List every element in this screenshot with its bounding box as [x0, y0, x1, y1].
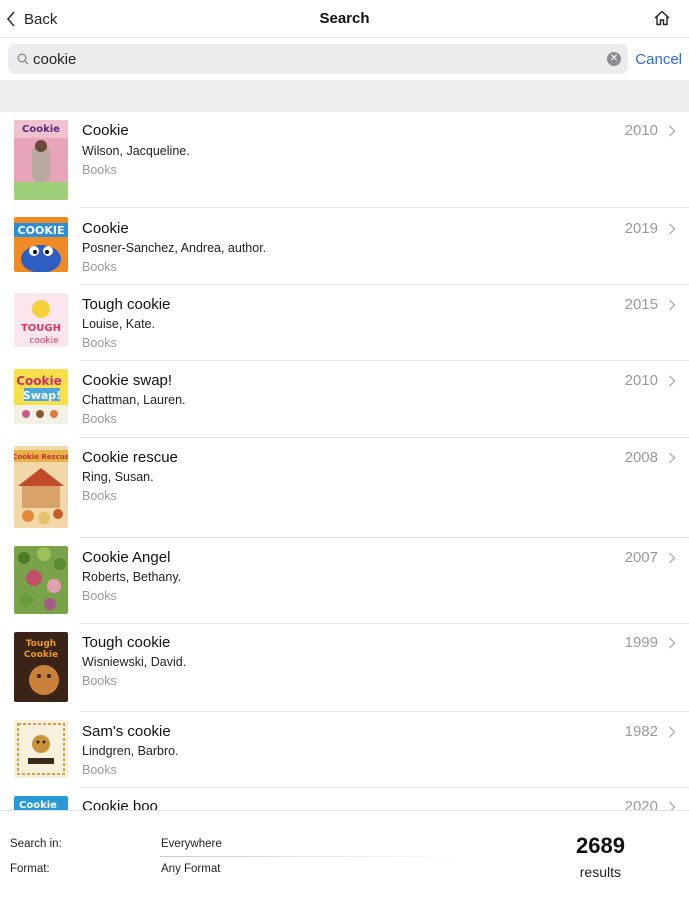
result-row[interactable]: Cookie Swap! Cookie swap! Chattman, Laur… [0, 361, 689, 438]
result-author: Roberts, Bethany. [82, 570, 182, 584]
svg-text:Tough: Tough [26, 639, 56, 649]
book-cover-image: Tough Cookie [14, 632, 68, 702]
result-row[interactable]: Cookie Cookie boo 2020 [0, 788, 689, 810]
svg-text:Cookie Rescue: Cookie Rescue [14, 453, 68, 461]
result-author: Ring, Susan. [82, 470, 154, 484]
chevron-right-icon [668, 552, 676, 564]
result-year: 2010 [624, 122, 658, 139]
results-count: 2689 [576, 833, 625, 858]
result-author: Posner-Sanchez, Andrea, author. [82, 241, 267, 255]
result-format: Books [82, 412, 117, 426]
result-row[interactable]: TOUGH cookie Tough cookie Louise, Kate. … [0, 285, 689, 361]
result-title: Cookie Angel [82, 549, 171, 566]
search-in-label: Search in: [10, 838, 62, 850]
result-year: 2015 [624, 296, 658, 313]
chevron-right-icon [668, 223, 676, 235]
results-count-label: results [579, 864, 621, 880]
chevron-right-icon [668, 452, 676, 464]
result-year: 2019 [624, 220, 658, 237]
result-format: Books [82, 260, 117, 274]
home-icon[interactable] [653, 9, 671, 27]
book-cover-image: Cookie Rescue [14, 446, 68, 528]
clear-icon[interactable]: ✕ [607, 52, 621, 66]
result-format: Books [82, 763, 117, 777]
format-selector[interactable]: Any Format [161, 863, 220, 875]
result-title: Tough cookie [82, 634, 171, 651]
search-field[interactable]: ✕ [8, 44, 628, 74]
result-title: Cookie boo [82, 798, 158, 810]
search-bar: ✕ Cancel [0, 38, 689, 80]
search-input[interactable] [33, 44, 603, 74]
book-cover-image: Cookie Swap! [14, 369, 68, 424]
result-title: Sam's cookie [82, 723, 171, 740]
result-format: Books [82, 336, 117, 350]
result-year: 2010 [624, 372, 658, 389]
navigation-bar: Back Search [0, 0, 689, 38]
result-format: Books [82, 674, 117, 688]
cancel-button[interactable]: Cancel [635, 51, 682, 68]
search-footer: Search in: Everywhere Format: Any Format… [0, 810, 689, 900]
format-label: Format: [10, 863, 50, 875]
result-year: 1999 [624, 634, 658, 651]
result-author: Chattman, Lauren. [82, 393, 186, 407]
result-row[interactable]: Cookie Cookie Wilson, Jacqueline. Books … [0, 112, 689, 208]
results-list[interactable]: Cookie Cookie Wilson, Jacqueline. Books … [0, 112, 689, 810]
result-format: Books [82, 489, 117, 503]
page-title: Search [319, 10, 370, 27]
svg-text:TOUGH: TOUGH [21, 323, 61, 334]
result-row[interactable]: Cookie Rescue Cookie rescue Ring, Susan.… [0, 438, 689, 538]
book-cover-image [14, 720, 68, 778]
result-row[interactable]: Tough Cookie Tough cookie Wisniewski, Da… [0, 624, 689, 712]
svg-text:Swap!: Swap! [23, 389, 61, 402]
svg-text:cookie: cookie [29, 336, 59, 346]
result-author: Wisniewski, David. [82, 655, 187, 669]
result-row[interactable]: COOKIE Cookie Posner-Sanchez, Andrea, au… [0, 208, 689, 285]
result-row[interactable]: Cookie Angel Roberts, Bethany. Books 200… [0, 538, 689, 624]
chevron-right-icon [668, 637, 676, 649]
svg-text:Cookie: Cookie [24, 650, 58, 660]
book-cover-image: TOUGH cookie [14, 293, 68, 347]
book-cover-image [14, 546, 68, 614]
svg-text:Cookie: Cookie [19, 800, 57, 810]
result-format: Books [82, 589, 117, 603]
result-author: Lindgren, Barbro. [82, 744, 179, 758]
search-in-selector[interactable]: Everywhere [161, 838, 222, 850]
result-format: Books [82, 163, 117, 177]
chevron-right-icon [668, 726, 676, 738]
search-icon [17, 53, 29, 65]
result-title: Tough cookie [82, 296, 171, 313]
back-button[interactable]: Back [6, 9, 57, 29]
result-author: Wilson, Jacqueline. [82, 144, 190, 158]
result-row[interactable]: Sam's cookie Lindgren, Barbro. Books 198… [0, 712, 689, 788]
book-cover-image: COOKIE [14, 217, 68, 272]
chevron-right-icon [668, 125, 676, 137]
book-cover-image: Cookie [14, 796, 68, 810]
result-year: 2007 [624, 549, 658, 566]
result-year: 1982 [624, 723, 658, 740]
section-spacer [0, 80, 689, 112]
book-cover-image: Cookie [14, 120, 68, 200]
result-year: 2020 [624, 798, 658, 810]
chevron-right-icon [668, 375, 676, 387]
result-title: Cookie [82, 220, 129, 237]
back-button-label: Back [24, 10, 58, 28]
result-year: 2008 [624, 449, 658, 466]
result-title: Cookie rescue [82, 449, 178, 466]
footer-divider [160, 856, 465, 857]
chevron-right-icon [668, 801, 676, 810]
svg-text:Cookie: Cookie [22, 124, 60, 135]
svg-text:COOKIE: COOKIE [18, 224, 65, 237]
svg-text:Cookie: Cookie [16, 374, 62, 388]
chevron-left-icon [6, 11, 15, 27]
result-author: Louise, Kate. [82, 317, 155, 331]
result-title: Cookie [82, 122, 129, 139]
chevron-right-icon [668, 299, 676, 311]
result-title: Cookie swap! [82, 372, 173, 389]
